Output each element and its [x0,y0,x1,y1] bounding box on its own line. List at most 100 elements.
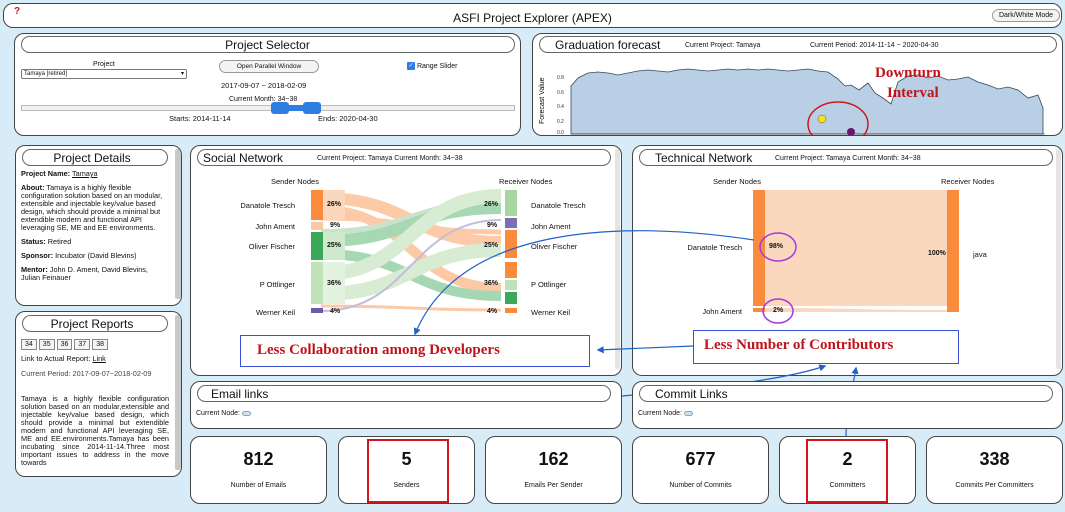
period-start-marker[interactable] [817,114,827,124]
period-end-marker[interactable] [847,128,855,136]
receiver-bar[interactable] [505,230,517,258]
month-buttons: 34 35 36 37 38 [21,339,108,350]
stat-label: Commits Per Committers [955,482,1034,489]
sender-pct: 36% [327,280,342,287]
receiver-pct: 4% [487,308,498,315]
project-label: Project [93,61,115,68]
receiver-name: Werner Keil [531,308,571,317]
range-slider-right-handle[interactable] [303,102,321,114]
technical-scrollbar[interactable] [1056,149,1061,369]
stat-label: Emails Per Sender [524,482,583,489]
receiver-bar[interactable] [505,218,517,228]
stat-label: Senders [393,482,420,489]
name-label: Project Name: [21,169,71,178]
checkbox-icon[interactable]: ✓ [407,62,415,70]
flow [763,190,947,306]
range-slider-track[interactable] [21,105,515,111]
receiver-pct: 25% [484,242,499,249]
range-slider-toggle[interactable]: ✓ Range Slider [407,62,457,70]
stat-value: 677 [685,449,716,469]
node-pill-icon[interactable] [683,410,693,416]
details-scrollbar[interactable] [175,149,181,299]
receiver-bar[interactable] [505,308,517,313]
stat-label: Number of Emails [230,482,287,489]
range-slider-label: Range Slider [416,62,458,70]
stat-senders: 5 Senders [338,436,475,504]
receiver-bar[interactable] [505,190,517,216]
ytick-0.6: 0.6 [557,90,564,96]
receiver-bar[interactable] [505,262,517,278]
stat-value: 338 [979,449,1010,469]
sender-name: Danatole Tresch [687,243,742,252]
sponsor-row: Sponsor: Incubator (David Blevins) [21,252,169,260]
sender-pct: 2% [773,307,784,314]
stat-value: 2 [842,449,853,469]
less-collaboration-box: Less Collaboration among Developers [240,335,590,367]
stat-value: 162 [538,449,569,469]
less-collaboration-annotation: Less Collaboration among Developers [257,342,500,358]
receiver-bar[interactable] [505,280,517,290]
receiver-header: Receiver Nodes [499,177,553,186]
stat-commits-per-committer: 338 Commits Per Committers [926,436,1063,504]
stat-number-of-emails: 812 Number of Emails [190,436,327,504]
sender-pct: 26% [327,201,342,208]
forecast-yticks: 0.8 0.6 0.4 0.2 0.0 [557,75,564,135]
about-row: About: Tamaya is a highly flexible confi… [21,184,169,232]
receiver-name: java [973,250,987,259]
sponsor-value: Incubator (David Blevins) [55,251,137,260]
month-button-37[interactable]: 37 [74,339,91,350]
current-node-label: Current Node: [638,410,682,417]
panel-title: Project Selector [225,38,310,52]
mentor-row: Mentor: John D. Ament, David Blevins, Ju… [21,266,169,282]
receiver-name: Danatole Tresch [531,201,586,210]
range-slider-left-handle[interactable] [271,102,289,114]
header-bar: ? ASFI Project Explorer (APEX) Dark/Whit… [3,3,1062,28]
receiver-bar[interactable] [947,190,959,312]
project-details-panel: Project Details Project Name: Tamaya Abo… [15,145,182,306]
sender-name: John Ament [255,222,295,231]
commit-links-panel: Commit Links Current Node: [632,381,1063,429]
stat-emails-per-sender: 162 Emails Per Sender [485,436,622,504]
project-name-link[interactable]: Tamaya [72,169,98,178]
sender-bar[interactable] [311,190,323,220]
sender-header: Sender Nodes [271,177,319,186]
sender-bar[interactable] [311,232,323,260]
project-select[interactable]: Tamaya [retired] ▾ [21,69,187,79]
month-button-34[interactable]: 34 [21,339,37,350]
open-parallel-window-button[interactable]: Open Parallel Window [219,60,319,73]
dark-mode-button[interactable]: Dark/White Mode [992,9,1060,22]
stat-committers: 2 Committers [779,436,916,504]
receiver-pct: 9% [487,222,498,229]
stat-value: 5 [401,449,412,469]
range-text: 2017-09-07 ~ 2018-02-09 [221,81,307,90]
month-button-35[interactable]: 35 [38,339,55,350]
month-button-36[interactable]: 36 [56,339,73,350]
report-link[interactable]: Link [92,354,105,363]
sender-name: Oliver Fischer [248,242,295,251]
sender-name: P Ottlinger [259,280,295,289]
report-link-label: Link to Actual Report: [21,354,91,363]
project-select-value: Tamaya [retired] [24,71,68,77]
stat-label: Number of Commits [669,482,732,489]
sender-bar[interactable] [311,262,323,304]
receiver-bar[interactable] [505,292,517,304]
less-contributors-annotation: Less Number of Contributors [704,337,894,353]
sender-pct: 98% [769,243,784,250]
reports-scrollbar[interactable] [175,315,181,470]
month-button-38[interactable]: 38 [92,339,108,350]
end-date: Ends: 2020-04-30 [318,114,378,123]
social-scrollbar[interactable] [615,149,620,369]
status-row: Status: Retired [21,238,169,246]
sender-bar[interactable] [753,190,765,306]
interval-annotation: Interval [887,85,939,101]
receiver-name: P Ottlinger [531,280,567,289]
node-pill-icon[interactable] [241,410,251,416]
ytick-0.2: 0.2 [557,119,564,125]
commit-current-node: Current Node: [638,410,693,417]
less-contributors-box: Less Number of Contributors [693,330,959,364]
sender-bar[interactable] [311,308,323,313]
sender-name: Danatole Tresch [240,201,295,210]
stat-number-of-commits: 677 Number of Commits [632,436,769,504]
downturn-annotation: Downturn [875,65,941,81]
sender-bar[interactable] [311,222,323,230]
